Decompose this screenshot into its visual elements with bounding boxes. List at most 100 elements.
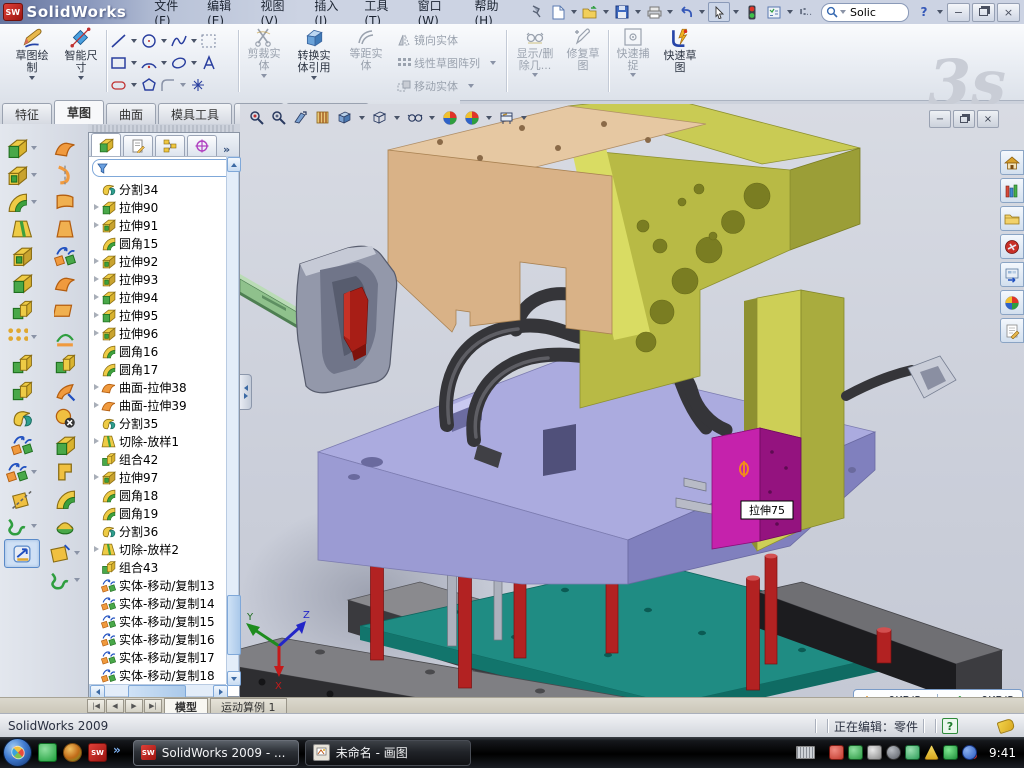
tree-item[interactable]: 曲面-拉伸39 [91,396,227,414]
circle-tool-icon[interactable] [140,33,158,49]
tree-item[interactable]: 拉伸92 [91,252,227,270]
tray-warning-icon[interactable] [924,745,939,760]
close-button[interactable]: × [997,3,1020,22]
surface-sweep-icon[interactable] [48,134,82,161]
view-orientation-icon[interactable] [335,108,354,127]
quicklaunch-chevron-icon[interactable]: » [113,743,121,757]
tree-item[interactable]: 圆角19 [91,504,227,522]
tab-feature-manager[interactable] [91,133,121,156]
part-slide-clamp[interactable] [296,246,396,393]
hide-show-items-icon[interactable] [405,108,424,127]
offset-entities-button[interactable]: 等距实 体 [344,27,388,95]
doc-minimize-button[interactable]: − [929,110,951,128]
tree-item[interactable]: 实体-移动/复制13 [91,576,227,594]
arc-tool-icon[interactable] [140,55,158,71]
open-dropdown-icon[interactable] [603,10,609,14]
tray-shield-icon[interactable] [943,745,958,760]
scrollbar-thumb[interactable] [227,595,241,655]
move-entities-button[interactable]: 移动实体 [396,78,476,94]
surface-mid-icon[interactable] [48,458,82,485]
surface-untrim-icon[interactable] [48,377,82,404]
doc-close-button[interactable]: × [977,110,999,128]
point-tool-icon[interactable] [189,77,207,93]
tree-item[interactable]: 拉伸97 [91,468,227,486]
surface-fill-icon[interactable] [48,215,82,242]
tree-item[interactable]: 圆角18 [91,486,227,504]
tree-item[interactable]: 拉伸95 [91,306,227,324]
design-library-icon[interactable] [1000,178,1024,203]
helix-icon[interactable] [5,512,39,539]
lofted-boss-icon[interactable] [5,242,39,269]
rectangle-tool-icon[interactable] [110,55,128,71]
part-side-insert[interactable] [712,428,801,549]
rotate-view-icon[interactable] [291,108,310,127]
taskbar-item-paint[interactable]: 未命名 - 画图 [305,740,471,766]
taskbar-clock[interactable]: 9:41 [989,746,1016,760]
tree-item[interactable]: 分割36 [91,522,227,540]
model-tab[interactable]: 模型 [164,698,208,714]
view-palette-icon[interactable] [1000,262,1024,287]
options-checklist-icon[interactable] [764,3,784,21]
save-icon[interactable] [612,3,632,21]
rib-icon[interactable] [5,350,39,377]
sketch-text-icon[interactable] [200,55,218,71]
surface-offset-icon[interactable] [48,296,82,323]
tree-item[interactable]: 拉伸93 [91,270,227,288]
tree-filter-box[interactable] [92,159,238,177]
linear-pattern-icon[interactable] [5,323,39,350]
tree-item[interactable]: 实体-移动/复制14 [91,594,227,612]
surface-extend-icon[interactable] [48,188,82,215]
surface-delete-icon[interactable] [48,404,82,431]
section-view-icon[interactable] [313,108,332,127]
tab-property-manager[interactable] [123,135,153,156]
tray-volume-icon[interactable] [886,745,901,760]
move-copy-icon[interactable] [5,458,39,485]
help-icon[interactable]: ? [914,3,934,21]
nav-first-button[interactable]: |◀ [87,699,105,713]
combine-icon[interactable] [5,377,39,404]
surface-replace-icon[interactable] [48,431,82,458]
tree-item[interactable]: 拉伸96 [91,324,227,342]
linear-sketch-pattern-button[interactable]: 线性草图阵列 [396,55,498,71]
tray-network-icon[interactable] [905,745,920,760]
repair-sketch-button[interactable]: 修复草 图 [562,27,604,95]
tree-item[interactable]: 实体-移动/复制15 [91,612,227,630]
select-tool-icon[interactable] [708,2,730,22]
delete-face-icon[interactable] [5,485,39,512]
tab-surfaces[interactable]: 曲面 [106,103,156,124]
surface-revolve-icon[interactable] [48,161,82,188]
display-delete-relations-button[interactable]: 显示/删 除几... [510,27,560,95]
search-box[interactable] [821,3,909,22]
tab-mold-tools[interactable]: 模具工具 [158,103,232,124]
tree-item[interactable]: 实体-移动/复制16 [91,630,227,648]
sketch-button[interactable]: 草图绘 制 [8,27,56,95]
part-hose-fitting[interactable] [846,356,956,398]
extra-tool-icon[interactable]: ⑆.. [796,3,816,21]
extrude-cut-icon[interactable] [5,161,39,188]
tree-item[interactable]: 实体-移动/复制18 [91,666,227,684]
taskbar-item-solidworks[interactable]: SW SolidWorks 2009 - ... [133,740,299,766]
undo-icon[interactable] [676,3,696,21]
more-tabs-chevron[interactable]: » [223,143,230,156]
tree-item[interactable]: 拉伸91 [91,216,227,234]
nav-last-button[interactable]: ▶| [144,699,162,713]
instant3d-button[interactable] [4,539,40,568]
tree-item[interactable]: 切除-放样2 [91,540,227,558]
tab-configuration-manager[interactable] [155,135,185,156]
tray-antivirus-icon[interactable] [848,745,863,760]
tray-security-alert-icon[interactable] [829,745,844,760]
convert-entities-button[interactable]: 转换实 体引用 [288,27,340,95]
surface-dome-icon[interactable] [48,512,82,539]
file-explorer-icon[interactable] [1000,206,1024,231]
panel-splitter-handle[interactable] [240,374,252,410]
apply-scene-icon[interactable] [462,108,481,127]
tree-item[interactable]: 圆角16 [91,342,227,360]
tree-item[interactable]: 分割34 [91,180,227,198]
scroll-up-button[interactable] [227,157,241,172]
custom-properties-icon[interactable] [1000,318,1024,343]
tab-dimxpert-manager[interactable] [187,135,217,156]
tab-sketch[interactable]: 草图 [54,100,104,124]
motion-study-tab[interactable]: 运动算例 1 [210,698,287,714]
options-dropdown-icon[interactable] [787,10,793,14]
tree-item[interactable]: 圆角15 [91,234,227,252]
